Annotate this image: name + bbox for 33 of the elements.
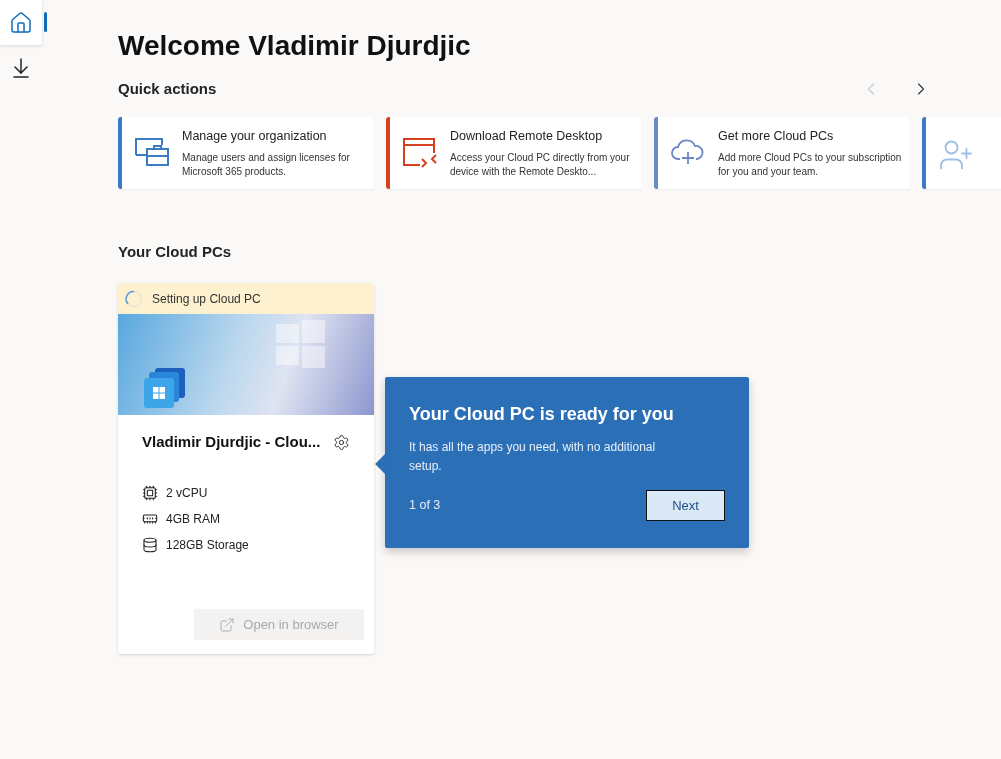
- window-logo-icon: [276, 318, 326, 368]
- chip-icon: [142, 484, 158, 501]
- spec-text: 128GB Storage: [166, 536, 249, 554]
- section-heading: Quick actions: [118, 79, 217, 99]
- spec-text: 2 vCPU: [166, 484, 208, 502]
- database-icon: [142, 536, 158, 553]
- external-link-icon: [219, 616, 236, 633]
- spec-text: 4GB RAM: [166, 510, 220, 528]
- quick-action-card[interactable]: Manage your organization Manage users and assign licenses for Microsoft 365 products.: [118, 116, 374, 189]
- window-arrows-icon: [402, 136, 438, 169]
- step-counter: 1 of 3: [409, 497, 441, 515]
- settings-icon: [333, 433, 350, 451]
- app-stack-icon: [144, 368, 186, 410]
- bubble-title: Your Cloud PC is ready for you: [409, 403, 675, 426]
- card-description: Add more Cloud PCs to your subscription for you and your team.: [718, 151, 902, 180]
- settings-button[interactable]: [333, 433, 350, 451]
- quick-action-card[interactable]: Download Remote Desktop Access your Cloud PC directly from your device with the Remote Deskto...: [386, 116, 642, 189]
- bubble-body: It has all the apps you need, with no additional setup.: [409, 439, 657, 475]
- welcome-title: Welcome Vladimir Djurdjic: [118, 29, 471, 63]
- selection-indicator: [44, 12, 47, 32]
- card-description: Access your Cloud PC directly from your device with the Remote Deskto...: [450, 151, 631, 180]
- section-heading: Your Cloud PCs: [118, 241, 232, 262]
- loading-spinner-icon: [125, 289, 143, 308]
- next-step-button[interactable]: Next: [646, 490, 725, 521]
- home-icon: [9, 10, 33, 35]
- card-title: Get more Cloud PCs: [718, 127, 835, 145]
- monitor-briefcase-icon: [134, 136, 170, 169]
- status-text: Setting up Cloud PC: [152, 290, 261, 308]
- card-title: Download Remote Desktop: [450, 127, 604, 145]
- quick-action-card[interactable]: Get more Cloud PCs Add more Cloud PCs to your subscription for you and your team.: [654, 116, 910, 189]
- cloud-pc-name: Vladimir Djurdjic - Clou...: [142, 432, 321, 452]
- card-description: Manage users and assign licenses for Microsoft 365 products.: [182, 151, 351, 180]
- card-title: Manage your organization: [182, 127, 328, 145]
